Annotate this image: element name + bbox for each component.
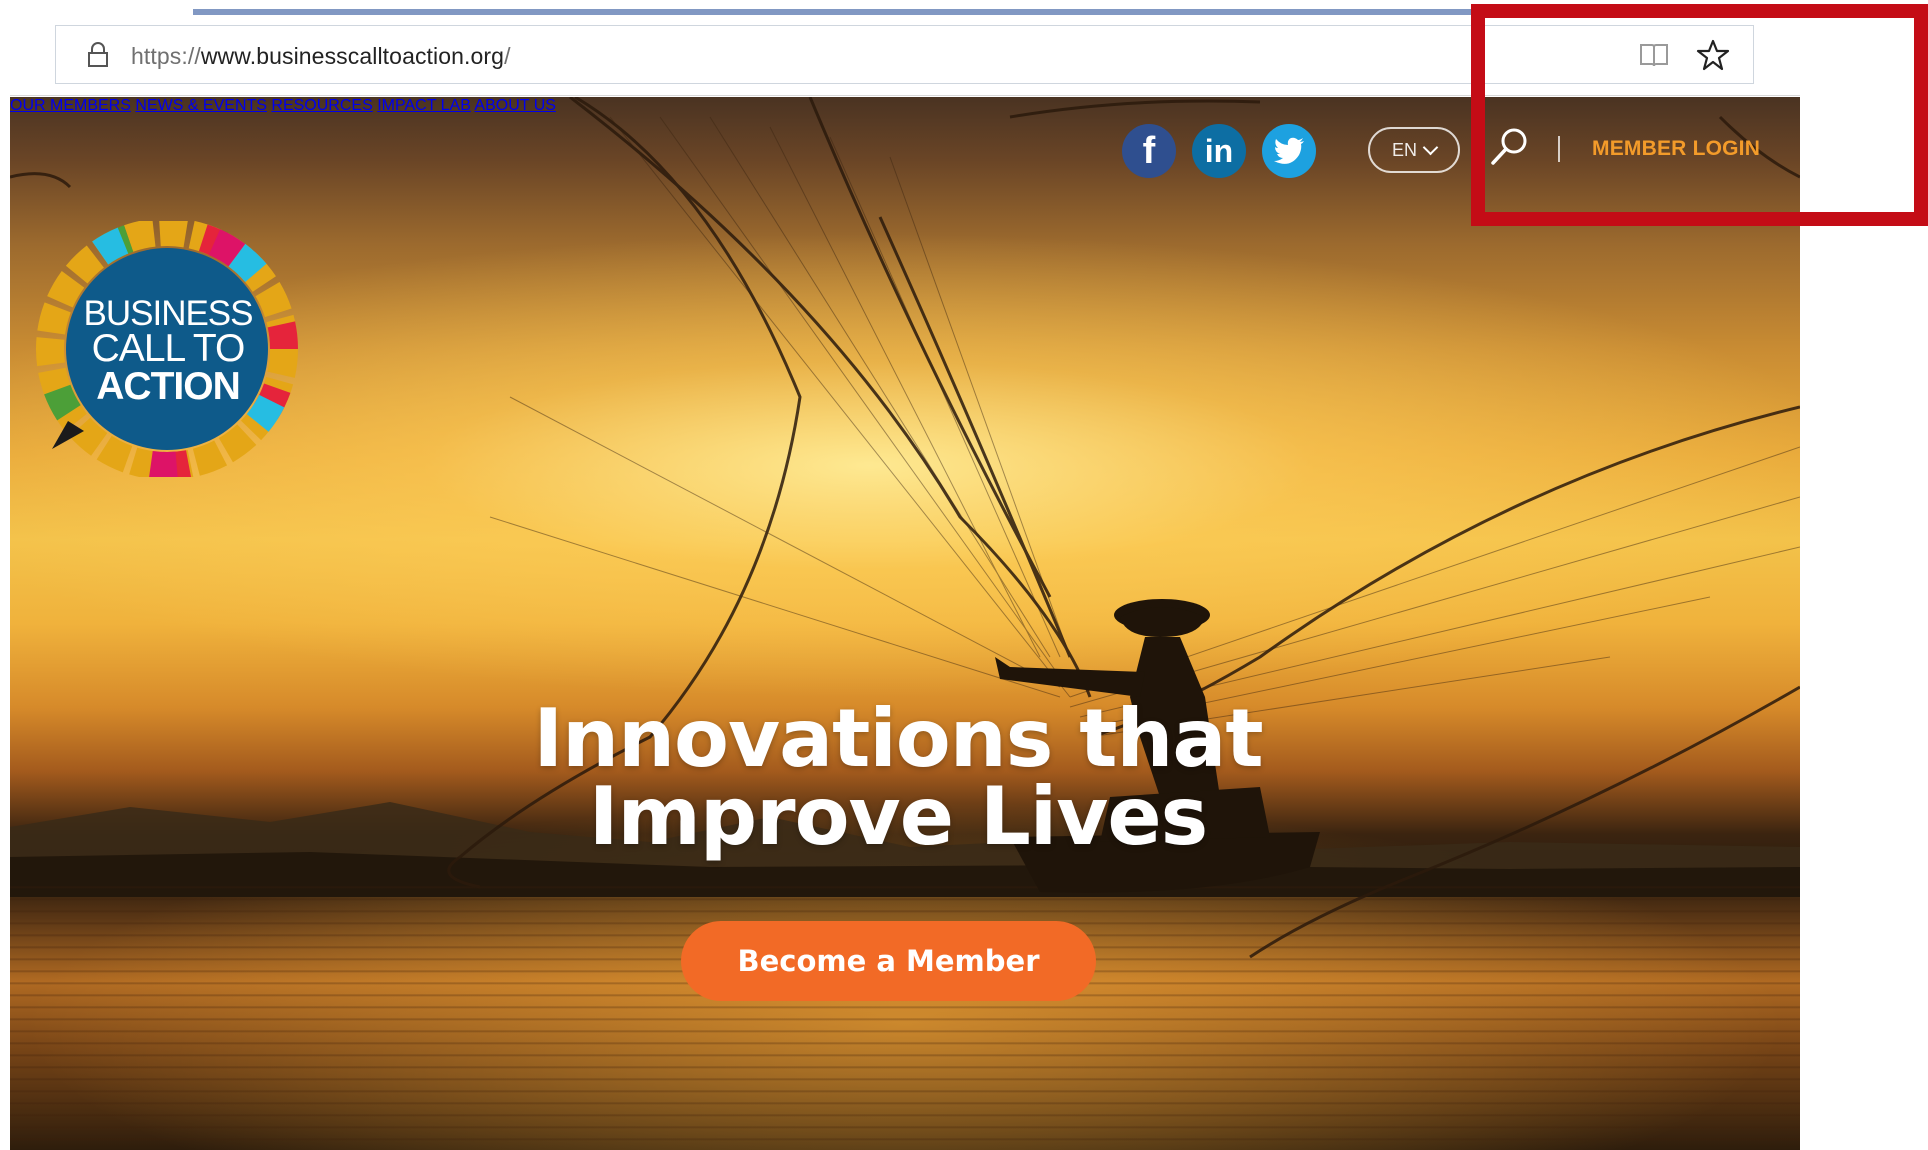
twitter-icon[interactable] (1262, 124, 1316, 178)
highlight-box (1471, 4, 1928, 226)
linkedin-icon[interactable]: in (1192, 124, 1246, 178)
lock-icon (88, 42, 108, 67)
hero-headline-line2: Improve Lives (588, 770, 1208, 863)
become-a-member-button[interactable]: Become a Member (681, 921, 1096, 1001)
chevron-down-icon (1422, 139, 1439, 155)
logo-line-action: ACTION (96, 365, 240, 408)
url-path: / (504, 43, 511, 69)
facebook-icon[interactable]: f (1122, 124, 1176, 178)
logo-line-call-to: CALL TO (92, 327, 245, 370)
url-text[interactable]: https://www.businesscalltoaction.org/ (131, 43, 511, 70)
url-host: www.businesscalltoaction.org (200, 43, 505, 69)
page-load-progress-bar (193, 9, 1533, 15)
hero-headline: Innovations that Improve Lives (428, 692, 1368, 863)
twitter-bird-glyph (1274, 137, 1304, 164)
hero-headline-line1: Innovations that (533, 692, 1263, 785)
hero-section: BUSINESS CALL TO ACTION f in EN MEMBER L… (10, 97, 1800, 1150)
business-call-to-action-logo[interactable]: BUSINESS CALL TO ACTION (32, 221, 302, 477)
language-label: EN (1391, 139, 1417, 160)
tab-strip-left (0, 0, 193, 14)
linkedin-glyph: in (1204, 132, 1234, 169)
url-protocol: https:// (131, 43, 201, 69)
language-selector[interactable]: EN (1368, 127, 1460, 173)
facebook-glyph: f (1142, 129, 1156, 172)
